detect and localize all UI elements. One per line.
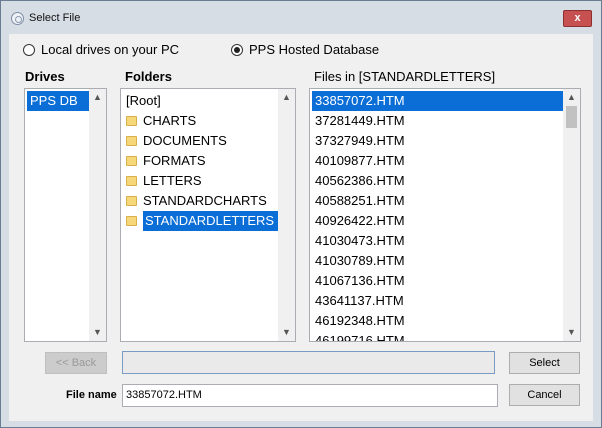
folder-icon xyxy=(126,136,137,146)
folder-icon xyxy=(126,216,137,226)
hosted-database-radio[interactable]: PPS Hosted Database xyxy=(231,42,379,57)
file-item[interactable]: 41030473.HTM xyxy=(312,231,408,251)
file-item[interactable]: 40109877.HTM xyxy=(312,151,408,171)
folder-item-standardletters[interactable]: STANDARDLETTERS xyxy=(123,211,279,231)
drives-scrollbar[interactable]: ▲ ▼ xyxy=(89,89,106,341)
radio-dot-selected-icon xyxy=(231,43,243,56)
file-item[interactable]: 41030789.HTM xyxy=(312,251,408,271)
back-button[interactable]: << Back xyxy=(45,352,107,374)
files-list[interactable]: 33857072.HTM 37281449.HTM 37327949.HTM 4… xyxy=(309,88,581,342)
app-icon xyxy=(11,12,24,25)
files-scrollbar[interactable]: ▲ ▼ xyxy=(563,89,580,341)
folder-label: LETTERS xyxy=(143,173,202,188)
file-item[interactable]: 46199716.HTM xyxy=(312,331,408,341)
drive-item-pps-db[interactable]: PPS DB xyxy=(27,91,89,111)
path-field[interactable] xyxy=(122,351,495,374)
local-drives-label: Local drives on your PC xyxy=(41,42,180,57)
file-name-input[interactable]: 33857072.HTM xyxy=(122,384,498,407)
file-item[interactable]: 46192348.HTM xyxy=(312,311,408,331)
drives-list[interactable]: PPS DB ▲ ▼ xyxy=(24,88,107,342)
cancel-button[interactable]: Cancel xyxy=(509,384,580,406)
scroll-up-icon[interactable]: ▲ xyxy=(89,89,106,106)
folder-label: FORMATS xyxy=(143,153,206,168)
folders-list[interactable]: [Root] CHARTS DOCUMENTS FORMATS LETTERS … xyxy=(120,88,296,342)
select-file-dialog: Select File x Local drives on your PC PP… xyxy=(0,0,602,428)
folder-icon xyxy=(126,156,137,166)
files-header: Files in [STANDARDLETTERS] xyxy=(314,69,496,84)
file-item[interactable]: 37281449.HTM xyxy=(312,111,408,131)
folder-item-letters[interactable]: LETTERS xyxy=(123,171,205,191)
folder-item-standardcharts[interactable]: STANDARDCHARTS xyxy=(123,191,270,211)
folder-item-root[interactable]: [Root] xyxy=(123,91,164,111)
radio-dot-icon xyxy=(23,43,35,56)
scroll-up-icon[interactable]: ▲ xyxy=(278,89,295,106)
dialog-body: Local drives on your PC PPS Hosted Datab… xyxy=(9,34,593,421)
folder-label: CHARTS xyxy=(143,113,197,128)
folders-scrollbar[interactable]: ▲ ▼ xyxy=(278,89,295,341)
folder-item-charts[interactable]: CHARTS xyxy=(123,111,199,131)
hosted-database-label: PPS Hosted Database xyxy=(249,42,380,57)
local-drives-radio[interactable]: Local drives on your PC xyxy=(23,42,179,57)
folder-item-documents[interactable]: DOCUMENTS xyxy=(123,131,230,151)
folder-label: DOCUMENTS xyxy=(143,133,227,148)
close-button[interactable]: x xyxy=(563,10,592,27)
folder-label: STANDARDCHARTS xyxy=(143,193,267,208)
scroll-down-icon[interactable]: ▼ xyxy=(563,324,580,341)
folder-item-formats[interactable]: FORMATS xyxy=(123,151,209,171)
scroll-down-icon[interactable]: ▼ xyxy=(278,324,295,341)
scroll-down-icon[interactable]: ▼ xyxy=(89,324,106,341)
file-item[interactable]: 33857072.HTM xyxy=(312,91,563,111)
file-item[interactable]: 41067136.HTM xyxy=(312,271,408,291)
files-scroll-thumb[interactable] xyxy=(566,106,577,128)
title-bar: Select File x xyxy=(1,1,601,34)
folder-icon xyxy=(126,176,137,186)
drives-header: Drives xyxy=(25,69,65,84)
file-name-label: File name xyxy=(66,389,117,401)
folder-label-selected: STANDARDLETTERS xyxy=(143,211,279,231)
file-item[interactable]: 40926422.HTM xyxy=(312,211,408,231)
folder-icon xyxy=(126,196,137,206)
file-item[interactable]: 40562386.HTM xyxy=(312,171,408,191)
file-item[interactable]: 37327949.HTM xyxy=(312,131,408,151)
folders-header: Folders xyxy=(125,69,172,84)
folder-icon xyxy=(126,116,137,126)
scroll-up-icon[interactable]: ▲ xyxy=(563,89,580,106)
select-button[interactable]: Select xyxy=(509,352,580,374)
file-item[interactable]: 43641137.HTM xyxy=(312,291,407,311)
window-title: Select File xyxy=(29,12,81,24)
file-item[interactable]: 40588251.HTM xyxy=(312,191,408,211)
